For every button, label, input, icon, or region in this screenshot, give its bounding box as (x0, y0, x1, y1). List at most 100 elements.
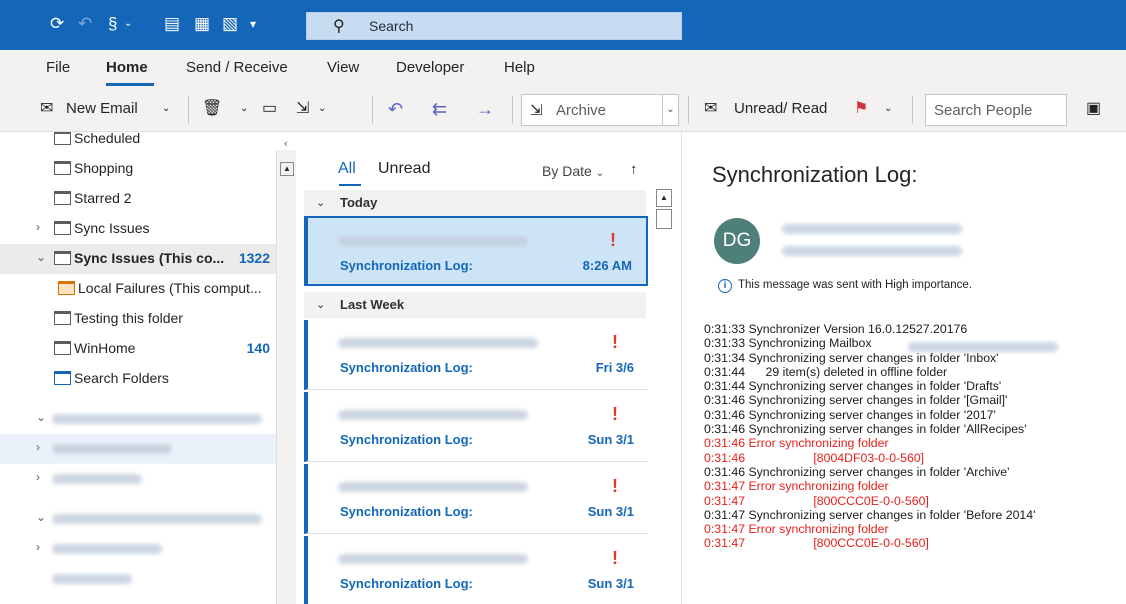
warning-folder-icon (58, 281, 75, 295)
chevron-down-icon[interactable]: ⌄ (124, 12, 132, 36)
folder-item[interactable]: Starred 2 (0, 184, 276, 214)
delete-icon[interactable]: 🗑 (202, 98, 222, 120)
message-item[interactable]: ! Synchronization Log: Sun 3/1 (304, 464, 648, 534)
avatar[interactable]: DG (714, 218, 760, 264)
collapse-pane-icon[interactable]: ‹ (284, 138, 288, 150)
message-item[interactable]: ! Synchronization Log: Sun 3/1 (304, 392, 648, 462)
unread-read-button[interactable]: Unread/ Read (734, 98, 827, 120)
archive-box-icon[interactable]: ▭ (262, 98, 277, 120)
folder-item[interactable]: Local Failures (This comput... (0, 274, 276, 304)
message-item[interactable]: ! Synchronization Log: Fri 3/6 (304, 320, 648, 390)
chevron-right-icon[interactable]: › (36, 470, 40, 484)
new-email-button[interactable]: New Email (66, 98, 138, 120)
move-icon[interactable]: ⇲ (296, 98, 309, 120)
chevron-down-icon[interactable]: ⌄ (662, 95, 678, 125)
folder-pane-scrollbar[interactable]: ▲ (276, 150, 296, 604)
account-row[interactable]: ⌄ (0, 404, 276, 434)
address-book-icon[interactable]: ▣ (1086, 98, 1101, 120)
folder-item[interactable]: Scheduled (0, 132, 276, 154)
save-form-icon[interactable]: ▧ (222, 12, 238, 36)
move-dropdown-icon[interactable]: ⌄ (318, 98, 326, 120)
chevron-right-icon[interactable]: › (36, 440, 40, 454)
tab-home[interactable]: Home (106, 59, 148, 76)
archive-folder-icon: ⇲ (530, 102, 543, 119)
folder-icon (54, 341, 71, 355)
menu-bar: File Home Send / Receive View Developer … (0, 50, 1126, 88)
sync-icon[interactable]: § (108, 12, 117, 36)
high-importance-icon: ! (610, 230, 616, 250)
tab-file[interactable]: File (46, 59, 70, 76)
chevron-down-icon[interactable]: ⌄ (36, 250, 46, 264)
flag-icon[interactable]: ⚑ (854, 98, 868, 120)
customize-dropdown-icon[interactable]: ▾ (250, 12, 256, 36)
scroll-up-icon[interactable]: ▲ (280, 162, 294, 176)
account-row[interactable]: › (0, 534, 276, 564)
redacted-sender (338, 236, 528, 246)
folder-label: Starred 2 (74, 190, 132, 206)
high-importance-icon: ! (612, 332, 618, 352)
reply-icon[interactable]: ↶ (388, 98, 403, 120)
message-item-selected[interactable]: ! Synchronization Log: 8:26 AM (304, 216, 648, 286)
folder-label: Testing this folder (74, 310, 183, 326)
chevron-right-icon[interactable]: › (36, 220, 40, 234)
message-list-scrollbar[interactable]: ▲ (654, 187, 674, 604)
folder-label: Search Folders (74, 370, 169, 386)
quick-step-dropdown[interactable]: ⇲ Archive ⌄ (521, 94, 679, 126)
redacted-text (52, 444, 172, 454)
calendar-form-icon[interactable]: ▦ (194, 12, 210, 36)
folder-label: Shopping (74, 160, 134, 176)
message-item[interactable]: ! Synchronization Log: Sun 3/1 (304, 536, 648, 604)
folder-item[interactable]: Search Folders (0, 364, 276, 394)
undo-icon[interactable]: ↶ (78, 12, 92, 36)
tab-developer[interactable]: Developer (396, 59, 464, 76)
new-email-dropdown-icon[interactable]: ⌄ (162, 98, 170, 120)
scroll-thumb[interactable] (656, 209, 672, 229)
account-row[interactable]: ⌄ (0, 504, 276, 534)
mail-icon[interactable]: ✉ (40, 98, 53, 120)
redacted-text (52, 474, 142, 484)
sort-direction-icon[interactable]: ↑ (630, 161, 638, 178)
folder-icon (54, 251, 71, 265)
account-row[interactable]: › (0, 434, 276, 464)
scroll-up-icon[interactable]: ▲ (656, 189, 672, 207)
flag-dropdown-icon[interactable]: ⌄ (884, 98, 892, 120)
group-header-last-week[interactable]: ⌄ Last Week (304, 292, 646, 318)
tab-all[interactable]: All (338, 160, 356, 178)
redacted-text (52, 544, 162, 554)
folder-item[interactable]: WinHome 140 (0, 334, 276, 364)
tab-view[interactable]: View (327, 59, 359, 76)
account-row[interactable] (0, 564, 276, 594)
log-line: 0:31:46 Synchronizing server changes in … (704, 422, 1027, 437)
chevron-down-icon[interactable]: ⌄ (36, 510, 46, 524)
message-list: All Unread By Date ⌄ ↑ ⌄ Today ! Synchro… (304, 150, 650, 604)
account-row[interactable]: › (0, 464, 276, 494)
folder-item[interactable]: › Sync Issues (0, 214, 276, 244)
form-icon[interactable]: ▤ (164, 12, 180, 36)
search-people-input[interactable]: Search People (925, 94, 1067, 126)
message-time: Sun 3/1 (587, 504, 634, 519)
chevron-down-icon[interactable]: ⌄ (36, 410, 46, 424)
chevron-down-icon: ⌄ (595, 168, 605, 179)
tab-send-receive[interactable]: Send / Receive (186, 59, 288, 76)
refresh-icon[interactable]: ⟳ (50, 12, 64, 36)
reply-all-icon[interactable]: ⇇ (432, 98, 447, 120)
delete-dropdown-icon[interactable]: ⌄ (240, 98, 248, 120)
tab-help[interactable]: Help (504, 59, 535, 76)
chevron-right-icon[interactable]: › (36, 540, 40, 554)
tab-unread[interactable]: Unread (378, 160, 430, 178)
folder-item[interactable]: Testing this folder (0, 304, 276, 334)
title-search-box[interactable]: ⚲ Search (306, 12, 682, 40)
title-bar: ⟳ ↶ § ⌄ ▤ ▦ ▧ ▾ ⚲ Search (0, 0, 1126, 50)
active-tab-indicator (106, 83, 154, 86)
envelope-open-icon[interactable]: ✉ (704, 98, 717, 120)
group-label: Today (340, 195, 378, 210)
forward-icon[interactable]: → (476, 98, 494, 120)
log-line: 0:31:47 Synchronizing server changes in … (704, 507, 1036, 522)
group-header-today[interactable]: ⌄ Today (304, 190, 646, 216)
sort-by-date-button[interactable]: By Date ⌄ (542, 163, 604, 179)
folder-item[interactable]: Shopping (0, 154, 276, 184)
log-line: 0:31:46 Synchronizing server changes in … (704, 464, 1010, 479)
folder-item-selected[interactable]: ⌄ Sync Issues (This co... 1322 (0, 244, 276, 274)
log-line-error: 0:31:47 [800CCC0E-0-0-560] (704, 493, 929, 508)
high-importance-icon: ! (612, 404, 618, 424)
